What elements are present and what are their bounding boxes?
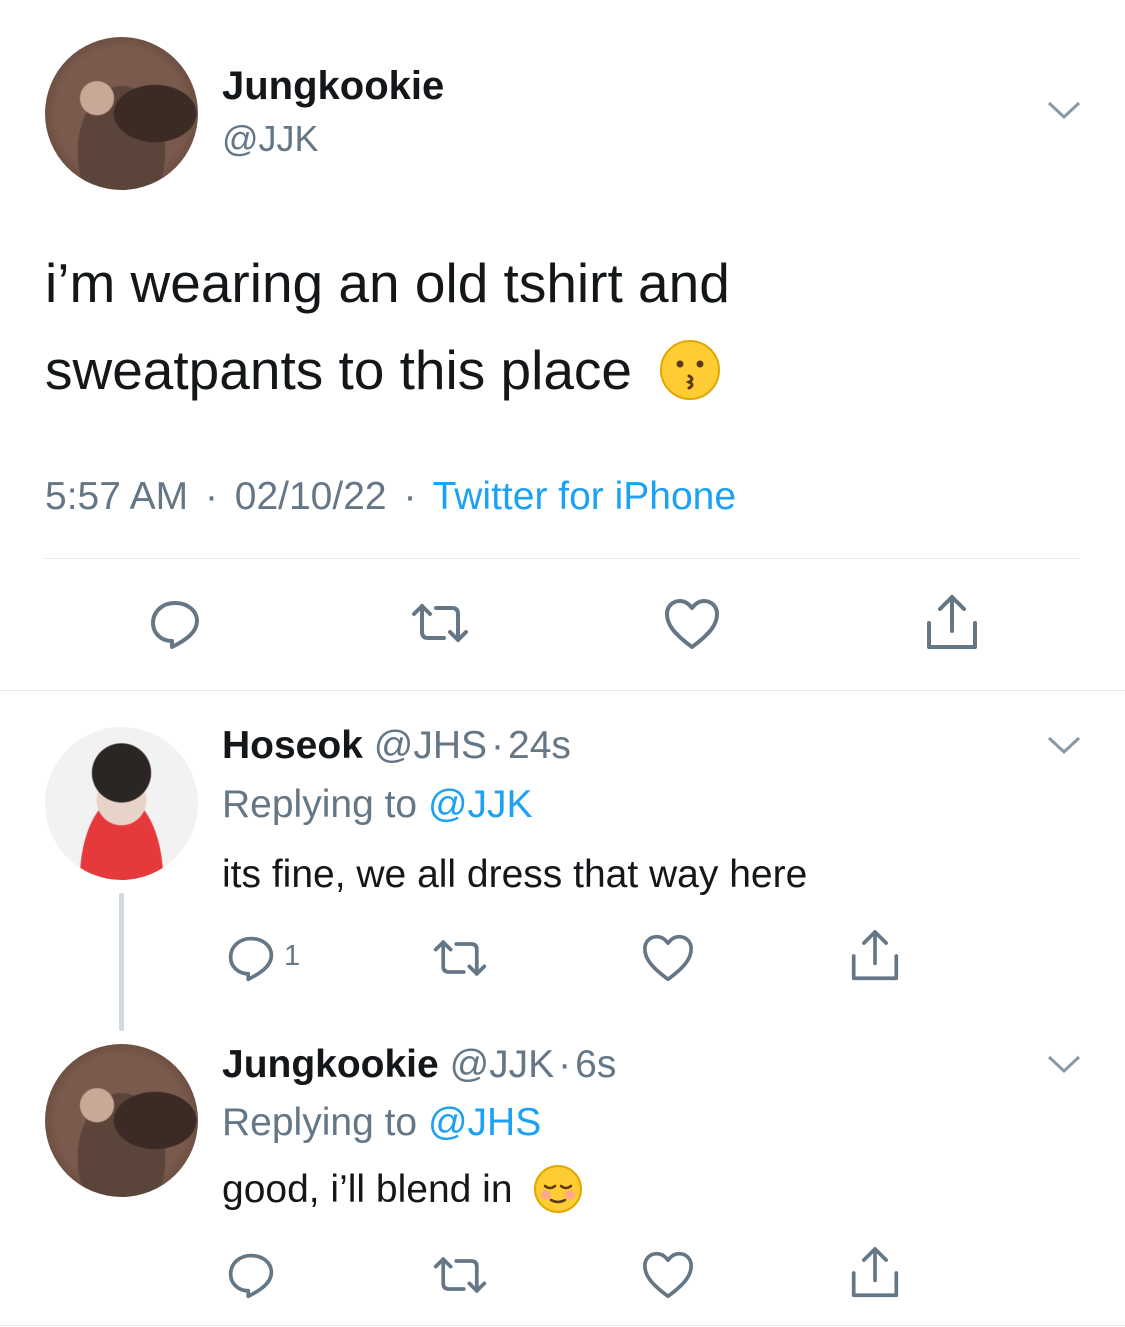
tweet-date: 02/10/22	[234, 475, 387, 518]
user-handle: @JHS	[373, 724, 488, 767]
tweet-text-line-2: sweatpants to this place	[45, 327, 730, 414]
reply-icon[interactable]	[226, 933, 276, 983]
divider	[0, 690, 1125, 691]
user-handle: @JJK	[222, 118, 319, 159]
thread-line	[119, 893, 124, 1031]
relieved-face-emoji-icon	[534, 1164, 583, 1213]
meta-separator: ·	[558, 1043, 572, 1086]
share-icon[interactable]	[850, 1245, 900, 1301]
display-name[interactable]: Hoseok	[222, 724, 363, 767]
chevron-down-icon[interactable]	[1047, 100, 1081, 120]
retweet-icon[interactable]	[410, 600, 470, 646]
replying-prefix: Replying to	[222, 1101, 418, 1144]
reply-icon[interactable]	[226, 1250, 276, 1300]
avatar[interactable]	[45, 1044, 198, 1197]
replying-prefix: Replying to	[222, 783, 418, 826]
replying-to-link[interactable]: @JHS	[428, 1101, 541, 1144]
tweet-source-link[interactable]: Twitter for iPhone	[433, 475, 736, 518]
reply-count: 1	[284, 940, 301, 972]
like-icon[interactable]	[641, 1250, 695, 1300]
avatar[interactable]	[45, 37, 198, 190]
tweet-text-line: i’m wearing an old tshirt and	[45, 252, 730, 314]
divider	[0, 1325, 1125, 1326]
like-icon[interactable]	[663, 597, 721, 651]
reply-icon[interactable]	[148, 597, 202, 651]
reply-header: Hoseok @JHS · 24s	[222, 724, 571, 768]
chevron-down-icon[interactable]	[1047, 1054, 1081, 1074]
meta-separator: ·	[491, 724, 505, 767]
divider	[45, 558, 1080, 559]
avatar[interactable]	[45, 727, 198, 880]
replying-to-link[interactable]: @JJK	[428, 783, 533, 826]
tweet-age: 6s	[575, 1043, 617, 1086]
tweet-text-line: sweatpants to this place	[45, 339, 633, 401]
reply-text-wrap: good, i’ll blend in	[222, 1164, 583, 1214]
meta-separator: ·	[204, 475, 218, 518]
kissing-face-emoji-icon	[660, 340, 721, 401]
share-icon[interactable]	[925, 593, 979, 653]
share-icon[interactable]	[850, 928, 900, 984]
meta-separator: ·	[403, 475, 417, 518]
retweet-icon[interactable]	[432, 936, 488, 980]
user-handle: @JJK	[449, 1043, 555, 1086]
tweet-time: 5:57 AM	[45, 475, 189, 518]
tweet-age: 24s	[508, 724, 571, 767]
replying-to: Replying to @JHS	[222, 1101, 541, 1145]
display-name[interactable]: Jungkookie	[222, 1043, 439, 1086]
tweet-meta: 5:57 AM · 02/10/22 · Twitter for iPhone	[45, 475, 736, 519]
retweet-icon[interactable]	[432, 1253, 488, 1297]
tweet-text: i’m wearing an old tshirt and sweatpants…	[45, 240, 730, 414]
display-name[interactable]: Jungkookie	[222, 64, 444, 109]
like-icon[interactable]	[641, 933, 695, 983]
chevron-down-icon[interactable]	[1047, 735, 1081, 755]
reply-text: good, i’ll blend in	[222, 1168, 513, 1211]
reply-header: Jungkookie @JJK · 6s	[222, 1043, 616, 1087]
reply-text: its fine, we all dress that way here	[222, 853, 808, 896]
replying-to: Replying to @JJK	[222, 783, 533, 827]
